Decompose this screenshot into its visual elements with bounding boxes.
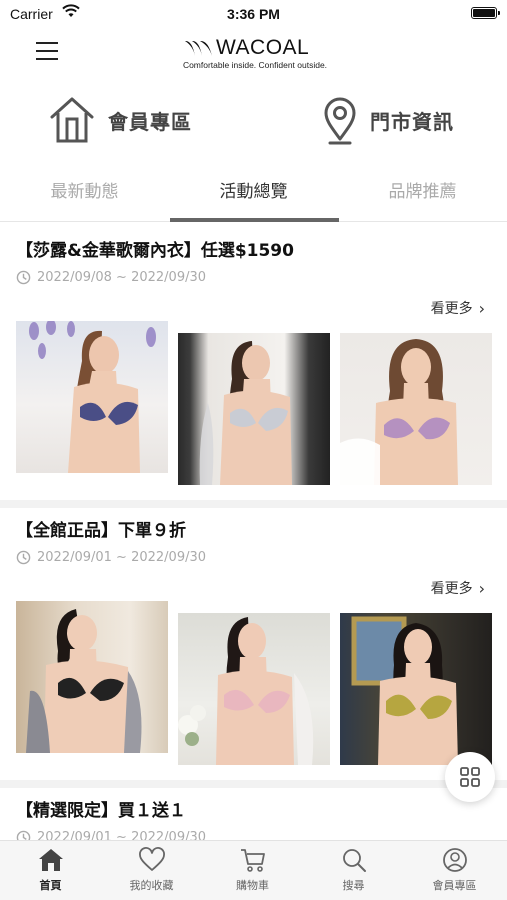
model-illustration [26,609,142,753]
logo-text: WACOAL [216,36,310,59]
promo-date: 2022/09/01 ~ 2022/09/30 [16,830,206,840]
see-more-label: 看更多 [430,301,473,317]
location-pin-icon [324,97,356,145]
product-photo[interactable] [340,333,492,485]
promo-card[interactable]: 【莎露&金華歌爾內衣】任選$1590 2022/09/08 ~ 2022/09/… [0,236,507,500]
clock-icon [16,270,31,285]
nav-favorites[interactable]: 我的收藏 [101,847,202,900]
status-time: 3:36 PM [227,6,280,22]
search-icon [342,849,366,872]
grid-view-button[interactable] [445,752,495,802]
home-icon [38,849,63,871]
wacoal-logo: WACOAL Comfortable inside. Confident out… [170,36,340,76]
promo-title: 【全館正品】下單９折 [16,521,186,541]
user-icon [442,848,467,872]
model-illustration [351,616,458,765]
model-illustration [199,341,292,485]
store-info-link[interactable]: 門市資訊 [322,90,454,150]
quick-links: 會員專區 門市資訊 [0,90,507,154]
promo-title: 【精選限定】買１送１ [16,801,186,821]
product-photo[interactable] [178,333,330,485]
clock-icon [16,550,31,565]
member-area-link[interactable]: 會員專區 [48,90,192,150]
product-photo[interactable] [16,601,168,753]
store-info-label: 門市資訊 [370,109,454,134]
heart-icon [138,847,165,871]
hamburger-menu-icon[interactable] [36,42,58,62]
grid-icon [460,767,480,787]
tab-latest-news[interactable]: 最新動態 [0,170,169,222]
product-photo[interactable] [178,613,330,765]
tab-brand-recommend[interactable]: 品牌推薦 [338,170,507,222]
chevron-right-icon: › [478,578,485,598]
wacoal-mark-icon [185,40,212,56]
nav-member-label: 會員專區 [432,879,477,892]
status-bar: Carrier 3:36 PM [0,0,507,28]
model-illustration [29,321,156,473]
home-icon [50,97,94,143]
member-area-label: 會員專區 [108,109,192,134]
nav-search[interactable]: 搜尋 [303,847,404,900]
nav-cart-label: 購物車 [236,879,269,892]
promo-card[interactable]: 【精選限定】買１送１ 2022/09/01 ~ 2022/09/30 [0,796,507,840]
nav-home[interactable]: 首頁 [0,847,101,900]
battery-icon [471,7,500,19]
nav-search-label: 搜尋 [342,879,365,892]
see-more-link[interactable]: 看更多 › [431,298,485,318]
model-illustration [178,617,314,765]
see-more-link[interactable]: 看更多 › [431,578,485,598]
cart-icon [240,849,265,872]
clock-icon [16,830,31,840]
promo-title: 【莎露&金華歌爾內衣】任選$1590 [16,241,294,261]
see-more-label: 看更多 [430,581,473,597]
section-divider [0,500,507,508]
promo-date: 2022/09/01 ~ 2022/09/30 [16,550,206,565]
promo-date-text: 2022/09/08 ~ 2022/09/30 [37,270,207,285]
product-photo[interactable] [340,613,492,765]
tab-events-overview[interactable]: 活動總覽 [169,170,338,222]
active-tab-indicator [170,218,339,222]
promo-date-text: 2022/09/01 ~ 2022/09/30 [37,550,207,565]
chevron-right-icon: › [478,298,485,318]
nav-cart[interactable]: 購物車 [202,847,303,900]
promo-date-text: 2022/09/01 ~ 2022/09/30 [37,830,207,840]
logo-tagline: Comfortable inside. Confident outside. [182,60,328,70]
section-divider [0,780,507,788]
nav-member[interactable]: 會員專區 [404,847,505,900]
product-photo[interactable] [16,321,168,473]
tab-bar: 最新動態 活動總覽 品牌推薦 [0,170,507,222]
model-illustration [340,339,458,485]
nav-home-label: 首頁 [39,879,62,892]
bottom-nav: 首頁 我的收藏 購物車 搜尋 會員專區 [0,840,507,900]
promo-date: 2022/09/08 ~ 2022/09/30 [16,270,206,285]
app-header: WACOAL Comfortable inside. Confident out… [0,28,507,80]
nav-favorites-label: 我的收藏 [129,879,174,892]
promo-card[interactable]: 【全館正品】下單９折 2022/09/01 ~ 2022/09/30 看更多 › [0,516,507,780]
